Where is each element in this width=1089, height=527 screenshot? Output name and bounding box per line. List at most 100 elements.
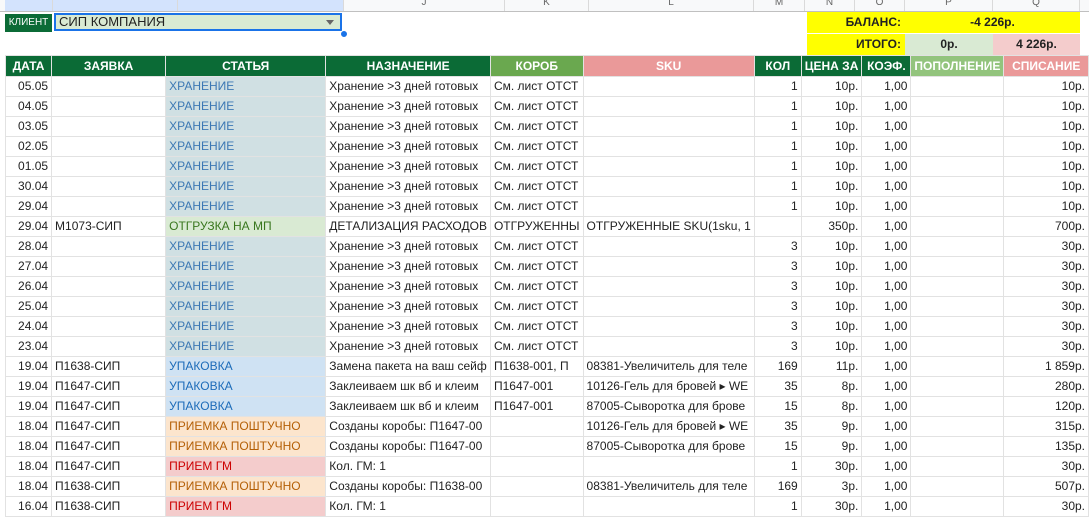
purpose-cell[interactable]: Хранение >3 дней готовых [325, 196, 491, 217]
qty-cell[interactable]: 3 [753, 236, 802, 257]
purpose-cell[interactable]: Заклеиваем шк вб и клеим [325, 396, 491, 417]
sku-cell[interactable] [582, 296, 755, 317]
total-replenishment[interactable]: 0р. [905, 34, 993, 55]
qty-cell[interactable]: 1 [753, 136, 802, 157]
selection-fill-handle[interactable] [340, 30, 348, 38]
purpose-cell[interactable]: Хранение >3 дней готовых [325, 316, 491, 337]
coef-cell[interactable]: 1,00 [861, 96, 912, 117]
price-cell[interactable]: 9р. [800, 416, 863, 437]
sku-cell[interactable] [582, 336, 755, 357]
price-cell[interactable]: 10р. [800, 196, 863, 217]
chevron-down-icon[interactable] [326, 20, 334, 25]
box-cell[interactable] [489, 416, 584, 437]
coef-cell[interactable]: 1,00 [861, 316, 912, 337]
order-cell[interactable] [51, 76, 167, 97]
price-cell[interactable]: 10р. [800, 176, 863, 197]
writeoff-cell[interactable]: 10р. [1003, 176, 1089, 197]
column-header[interactable] [53, 0, 178, 11]
price-cell[interactable]: 10р. [800, 316, 863, 337]
order-cell[interactable]: П1638-СИП [51, 496, 167, 517]
writeoff-cell[interactable]: 30р. [1003, 276, 1089, 297]
writeoff-cell[interactable]: 10р. [1003, 136, 1089, 157]
coef-cell[interactable]: 1,00 [861, 116, 912, 137]
replenishment-cell[interactable] [910, 496, 1005, 517]
qty-cell[interactable]: 1 [753, 176, 802, 197]
column-header[interactable] [178, 0, 344, 11]
coef-cell[interactable]: 1,00 [861, 356, 912, 377]
sku-cell[interactable] [582, 276, 755, 297]
writeoff-cell[interactable]: 700р. [1003, 216, 1089, 237]
column-header-p[interactable]: P [905, 0, 993, 11]
article-cell[interactable]: ХРАНЕНИЕ [165, 256, 327, 277]
replenishment-cell[interactable] [910, 436, 1005, 457]
purpose-cell[interactable]: Хранение >3 дней готовых [325, 96, 491, 117]
sku-cell[interactable]: 87005-Сыворотка для брове [582, 436, 755, 457]
sku-cell[interactable]: 10126-Гель для бровей ▸ WE [582, 376, 755, 397]
article-cell[interactable]: ПРИЕМКА ПОШТУЧНО [165, 476, 327, 497]
qty-cell[interactable]: 15 [753, 436, 802, 457]
replenishment-cell[interactable] [910, 336, 1005, 357]
coef-cell[interactable]: 1,00 [861, 476, 912, 497]
column-header-j[interactable]: J [344, 0, 505, 11]
coef-cell[interactable]: 1,00 [861, 336, 912, 357]
purpose-cell[interactable]: Хранение >3 дней готовых [325, 116, 491, 137]
article-cell[interactable]: ХРАНЕНИЕ [165, 276, 327, 297]
price-cell[interactable]: 10р. [800, 256, 863, 277]
sku-cell[interactable] [582, 196, 755, 217]
purpose-cell[interactable]: Замена пакета на ваш сейф [325, 356, 491, 377]
box-cell[interactable]: См. лист ОТСТ [489, 156, 584, 177]
box-cell[interactable]: См. лист ОТСТ [489, 316, 584, 337]
sku-cell[interactable]: 10126-Гель для бровей ▸ WE [582, 416, 755, 437]
order-cell[interactable] [51, 296, 167, 317]
column-header-k[interactable]: K [505, 0, 589, 11]
replenishment-cell[interactable] [910, 196, 1005, 217]
order-cell[interactable]: П1638-СИП [51, 476, 167, 497]
price-cell[interactable]: 10р. [800, 116, 863, 137]
writeoff-cell[interactable]: 10р. [1003, 156, 1089, 177]
replenishment-cell[interactable] [910, 456, 1005, 477]
qty-cell[interactable]: 35 [753, 376, 802, 397]
coef-cell[interactable]: 1,00 [861, 276, 912, 297]
price-cell[interactable]: 8р. [800, 396, 863, 417]
article-cell[interactable]: ХРАНЕНИЕ [165, 336, 327, 357]
price-cell[interactable]: 30р. [800, 456, 863, 477]
date-cell[interactable]: 19.04 [4, 356, 53, 377]
qty-cell[interactable]: 1 [753, 96, 802, 117]
replenishment-cell[interactable] [910, 316, 1005, 337]
price-cell[interactable]: 11р. [800, 356, 863, 377]
price-cell[interactable]: 10р. [800, 96, 863, 117]
header-qty[interactable]: КОЛ [753, 55, 802, 77]
column-header-m[interactable]: M [754, 0, 805, 11]
article-cell[interactable]: ПРИЕМ ГМ [165, 496, 327, 517]
header-price[interactable]: ЦЕНА ЗА [800, 55, 863, 77]
replenishment-cell[interactable] [910, 356, 1005, 377]
coef-cell[interactable]: 1,00 [861, 396, 912, 417]
coef-cell[interactable]: 1,00 [861, 256, 912, 277]
writeoff-cell[interactable]: 30р. [1003, 256, 1089, 277]
coef-cell[interactable]: 1,00 [861, 296, 912, 317]
date-cell[interactable]: 30.04 [4, 176, 53, 197]
header-article[interactable]: СТАТЬЯ [165, 55, 327, 77]
date-cell[interactable]: 19.04 [4, 376, 53, 397]
qty-cell[interactable] [753, 216, 802, 237]
article-cell[interactable]: УПАКОВКА [165, 396, 327, 417]
date-cell[interactable]: 19.04 [4, 396, 53, 417]
box-cell[interactable] [489, 496, 584, 517]
order-cell[interactable] [51, 336, 167, 357]
date-cell[interactable]: 18.04 [4, 456, 53, 477]
writeoff-cell[interactable]: 1 859р. [1003, 356, 1089, 377]
box-cell[interactable]: См. лист ОТСТ [489, 96, 584, 117]
replenishment-cell[interactable] [910, 396, 1005, 417]
purpose-cell[interactable]: Созданы коробы: П1647-00 [325, 436, 491, 457]
column-header[interactable] [5, 0, 53, 11]
replenishment-cell[interactable] [910, 416, 1005, 437]
box-cell[interactable]: См. лист ОТСТ [489, 256, 584, 277]
sku-cell[interactable] [582, 496, 755, 517]
article-cell[interactable]: ХРАНЕНИЕ [165, 76, 327, 97]
qty-cell[interactable]: 3 [753, 316, 802, 337]
coef-cell[interactable]: 1,00 [861, 376, 912, 397]
price-cell[interactable]: 10р. [800, 156, 863, 177]
article-cell[interactable]: ХРАНЕНИЕ [165, 156, 327, 177]
purpose-cell[interactable]: Хранение >3 дней готовых [325, 136, 491, 157]
coef-cell[interactable]: 1,00 [861, 416, 912, 437]
